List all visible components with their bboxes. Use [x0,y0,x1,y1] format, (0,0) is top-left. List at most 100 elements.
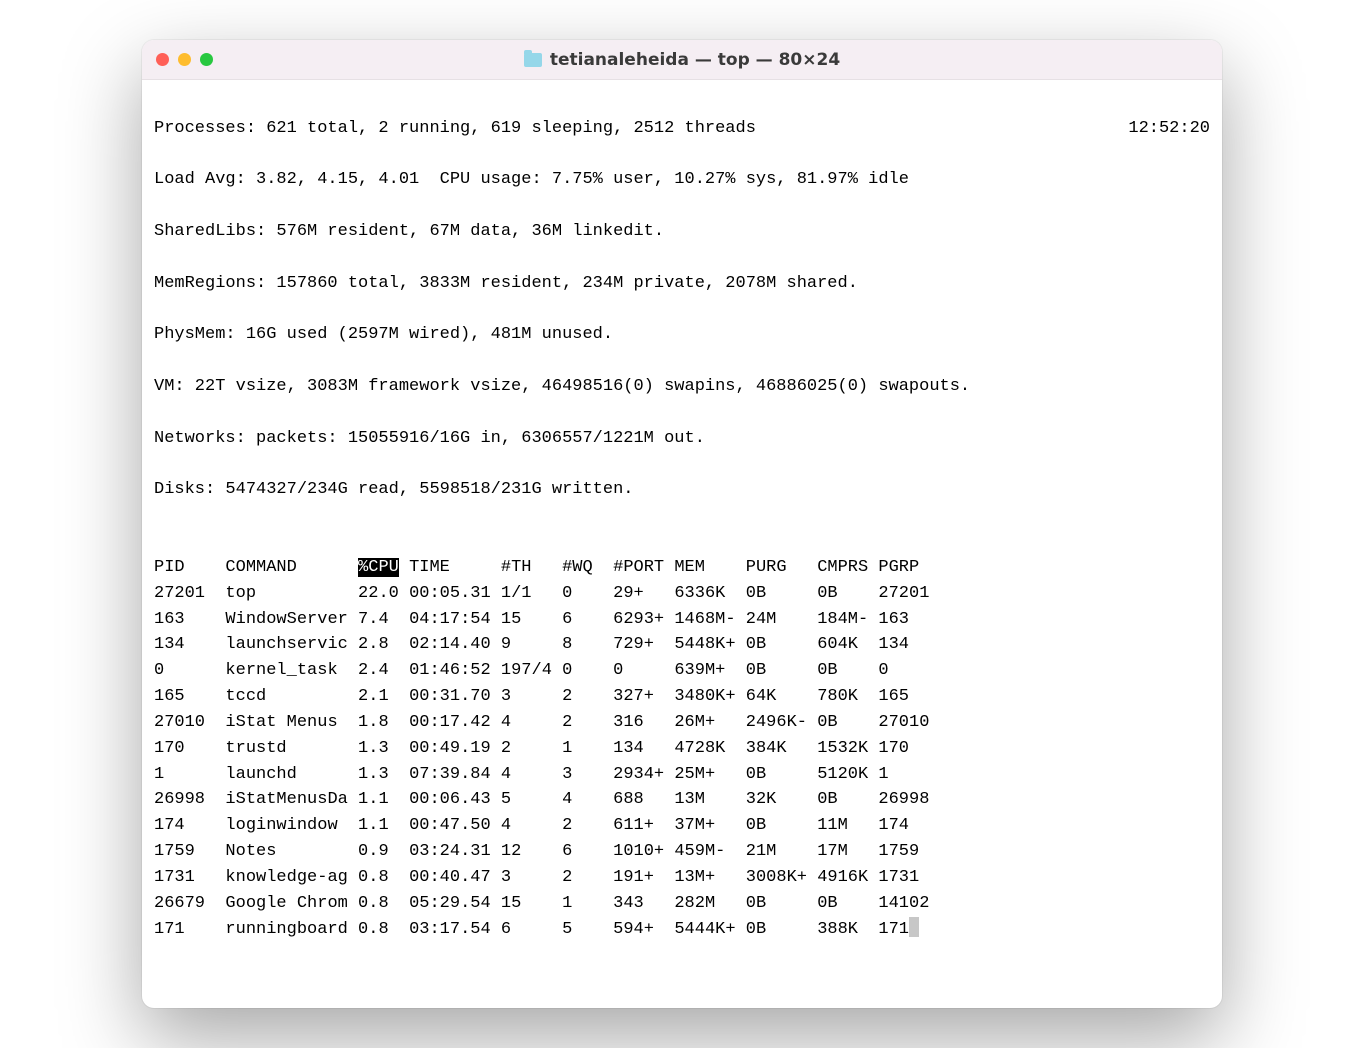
cell-cmprs: 1532K [817,736,878,762]
cell-time: 05:29.54 [409,891,501,917]
cell-command: iStatMenusDa [225,787,358,813]
cell-cmprs: 0B [817,787,878,813]
cell-command: Google Chrom [225,891,358,917]
cell-command: trustd [225,736,358,762]
titlebar[interactable]: tetianaleheida — top — 80×24 [142,40,1222,80]
cell-command: tccd [225,684,358,710]
process-row: 174 loginwindow 1.1 00:47.50 4 2 611+ 37… [154,813,1210,839]
cell-pgrp: 1731 [878,865,939,891]
close-button[interactable] [156,53,169,66]
cell-purg: 32K [746,787,817,813]
cell-cmprs: 5120K [817,762,878,788]
cell-port: 0 [613,658,674,684]
cell-port: 316 [613,710,674,736]
cell-purg: 384K [746,736,817,762]
cell-pgrp: 1 [878,762,939,788]
cell-cpu: 0.8 [358,865,409,891]
traffic-lights [156,53,213,66]
cell-command: launchservic [225,632,358,658]
cell-cmprs: 388K [817,917,878,943]
cell-command: runningboard [225,917,358,943]
cell-port: 191+ [613,865,674,891]
summary-processes: Processes: 621 total, 2 running, 619 sle… [154,116,756,142]
cell-th: 4 [501,813,562,839]
cell-cpu: 0.8 [358,891,409,917]
col-purg[interactable]: PURG [746,555,817,581]
col-th[interactable]: #TH [501,555,562,581]
cell-th: 3 [501,684,562,710]
cell-port: 134 [613,736,674,762]
summary-disks: Disks: 5474327/234G read, 5598518/231G w… [154,477,1210,503]
cell-time: 00:49.19 [409,736,501,762]
cell-wq: 1 [562,736,613,762]
cell-pgrp: 165 [878,684,939,710]
window-title: tetianaleheida — top — 80×24 [550,50,840,70]
cell-time: 00:17.42 [409,710,501,736]
cell-cmprs: 4916K [817,865,878,891]
cell-mem: 13M+ [674,865,745,891]
cell-command: WindowServer [225,607,358,633]
minimize-button[interactable] [178,53,191,66]
col-port[interactable]: #PORT [613,555,674,581]
cell-cmprs: 0B [817,581,878,607]
cell-th: 4 [501,762,562,788]
cell-time: 01:46:52 [409,658,501,684]
summary-vm: VM: 22T vsize, 3083M framework vsize, 46… [154,374,1210,400]
cell-cpu: 2.4 [358,658,409,684]
cell-wq: 3 [562,762,613,788]
col-mem[interactable]: MEM [674,555,745,581]
process-row: 170 trustd 1.3 00:49.19 2 1 134 4728K 38… [154,736,1210,762]
cell-pid: 0 [154,658,225,684]
summary-memregions: MemRegions: 157860 total, 3833M resident… [154,271,1210,297]
cell-pgrp: 26998 [878,787,939,813]
process-table: PID COMMAND %CPU TIME #TH #WQ #PORT MEM … [154,555,1210,942]
cell-command: kernel_task [225,658,358,684]
cell-cmprs: 780K [817,684,878,710]
col-wq[interactable]: #WQ [562,555,613,581]
summary-sharedlibs: SharedLibs: 576M resident, 67M data, 36M… [154,219,1210,245]
cell-purg: 0B [746,891,817,917]
terminal-output[interactable]: Processes: 621 total, 2 running, 619 sle… [142,80,1222,1008]
cell-pgrp: 1759 [878,839,939,865]
cell-cpu: 2.8 [358,632,409,658]
process-row: 27010 iStat Menus 1.8 00:17.42 4 2 316 2… [154,710,1210,736]
cell-th: 4 [501,710,562,736]
column-headers: PID COMMAND %CPU TIME #TH #WQ #PORT MEM … [154,555,1210,581]
cell-th: 197/4 [501,658,562,684]
cell-th: 15 [501,607,562,633]
cell-cmprs: 17M [817,839,878,865]
cell-cmprs: 0B [817,658,878,684]
cell-command: iStat Menus [225,710,358,736]
cell-cmprs: 0B [817,891,878,917]
cell-wq: 8 [562,632,613,658]
cell-command: Notes [225,839,358,865]
cell-pgrp: 171 [878,917,909,943]
cell-time: 00:05.31 [409,581,501,607]
cell-pid: 174 [154,813,225,839]
cell-purg: 0B [746,658,817,684]
cell-purg: 0B [746,581,817,607]
col-command[interactable]: COMMAND [225,555,358,581]
cell-time: 03:17.54 [409,917,501,943]
process-row: 27201 top 22.0 00:05.31 1/1 0 29+ 6336K … [154,581,1210,607]
col-pgrp[interactable]: PGRP [878,555,939,581]
cell-wq: 0 [562,658,613,684]
cell-wq: 6 [562,839,613,865]
cell-time: 00:47.50 [409,813,501,839]
cell-pid: 134 [154,632,225,658]
summary-networks: Networks: packets: 15055916/16G in, 6306… [154,426,1210,452]
cell-cpu: 0.9 [358,839,409,865]
process-row: 134 launchservic 2.8 02:14.40 9 8 729+ 5… [154,632,1210,658]
cell-mem: 6336K [674,581,745,607]
col-cpu[interactable]: %CPU [358,555,409,581]
cell-wq: 6 [562,607,613,633]
cell-purg: 0B [746,813,817,839]
cell-cmprs: 604K [817,632,878,658]
col-cmprs[interactable]: CMPRS [817,555,878,581]
cell-cmprs: 11M [817,813,878,839]
col-pid[interactable]: PID [154,555,225,581]
maximize-button[interactable] [200,53,213,66]
cell-pid: 27201 [154,581,225,607]
cell-mem: 282M [674,891,745,917]
col-time[interactable]: TIME [409,555,501,581]
